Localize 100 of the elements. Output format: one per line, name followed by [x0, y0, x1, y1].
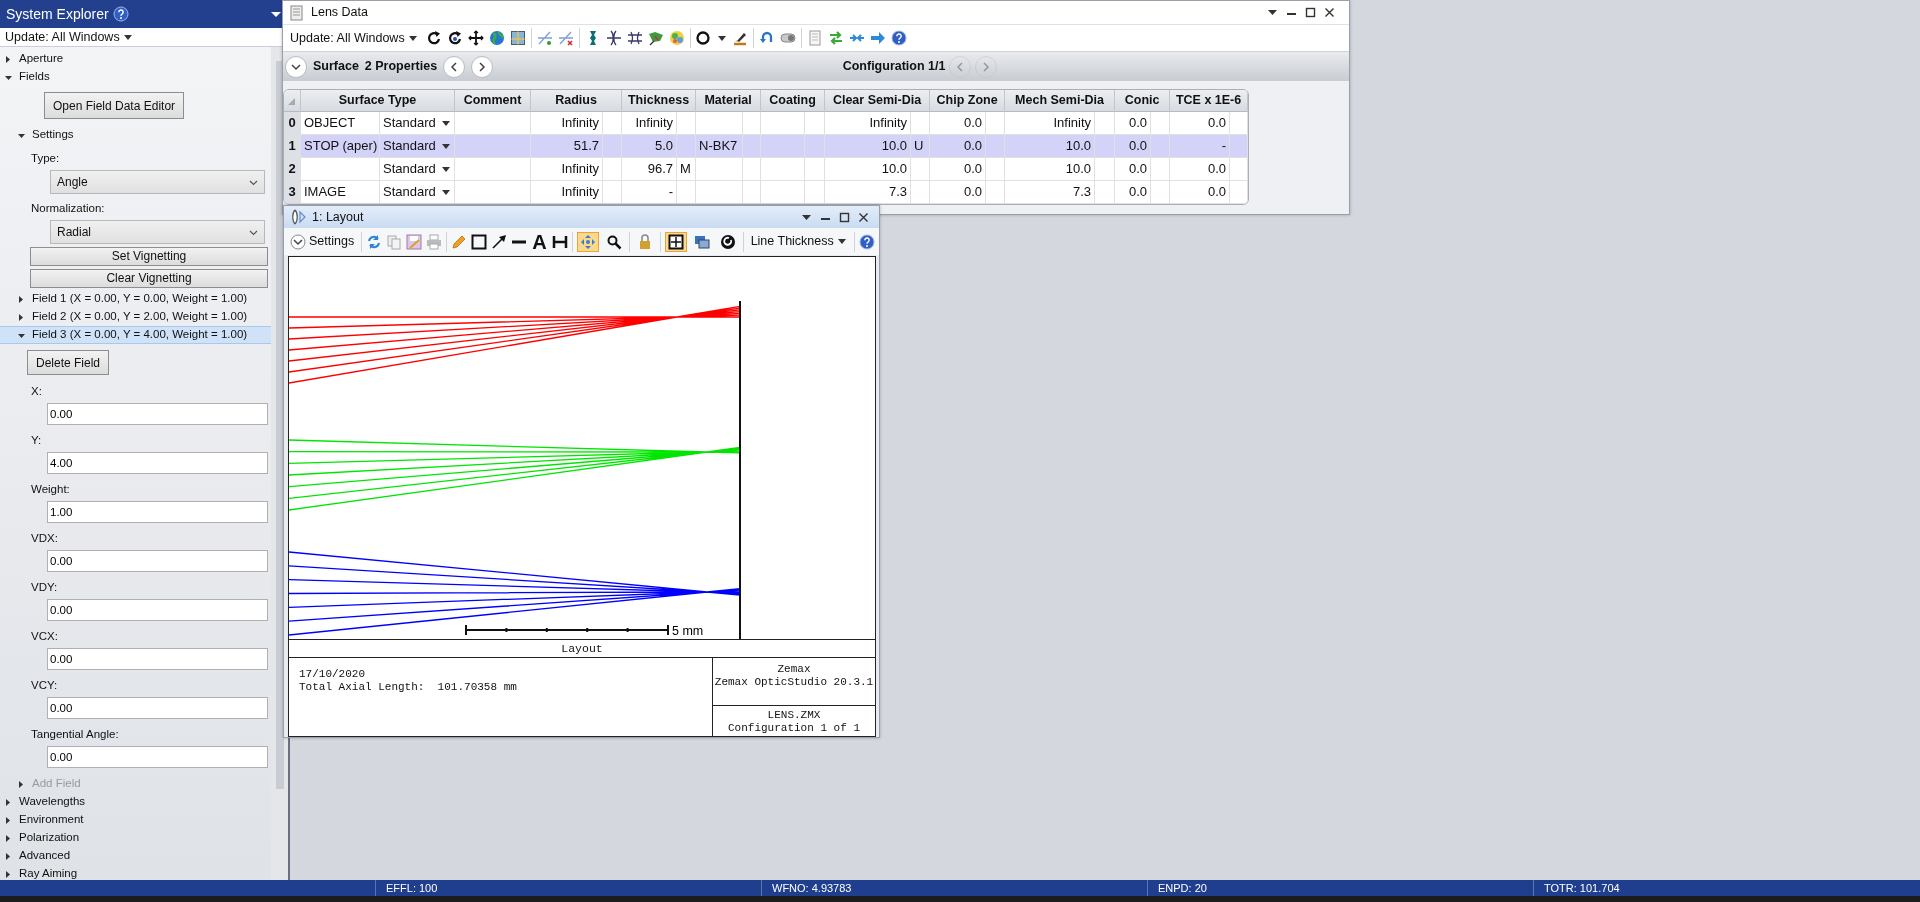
field-label: VDY: [31, 580, 59, 595]
column-header[interactable]: Thickness [622, 90, 697, 112]
table-cell: 0.0 [1208, 161, 1227, 177]
table-cell: Infinity [869, 115, 908, 131]
column-header[interactable]: Chip Zone [930, 90, 1006, 112]
field-label: VCX: [31, 629, 59, 644]
tree-item[interactable]: Environment [0, 811, 271, 829]
table-cell: 51.7 [573, 138, 599, 154]
scale-label: 5 mm [672, 624, 704, 638]
line-thickness-dropdown[interactable]: Line Thickness [747, 230, 850, 253]
column-header[interactable]: Comment [455, 90, 531, 112]
table-cell: Infinity [1053, 115, 1092, 131]
help-icon[interactable] [112, 6, 129, 22]
paint-icon[interactable] [731, 30, 748, 46]
help-icon[interactable] [858, 233, 875, 250]
table-cell: 10.0 [1065, 161, 1092, 177]
table-row[interactable]: 1 STOP (aper) Standard 51.7 5.0 N-BK7 10.0 U 0.0 10.0 0.0 - [284, 135, 1249, 158]
column-header[interactable]: Coating [761, 90, 826, 112]
swap-icon[interactable] [827, 30, 844, 46]
maximize-icon[interactable] [1305, 7, 1316, 18]
rotate-icon[interactable] [425, 30, 442, 46]
rectangle-icon[interactable] [471, 233, 488, 250]
table-cell: 10.0 [1065, 138, 1092, 154]
update-dropdown[interactable]: Update: All Windows [287, 26, 421, 50]
tool-button[interactable] [664, 231, 687, 252]
table-cell: 0.0 [1129, 115, 1148, 131]
rotate-icon[interactable] [446, 30, 463, 46]
dropdown[interactable]: Angle [50, 170, 265, 194]
color-wheel-icon[interactable] [668, 30, 685, 46]
file-name: LENS.ZMX [766, 709, 822, 722]
button[interactable]: Delete Field [27, 350, 110, 375]
column-header[interactable]: Material [696, 90, 762, 112]
close-icon[interactable] [1324, 7, 1335, 18]
line-add-icon[interactable] [536, 30, 553, 46]
button[interactable]: Set Vignetting [30, 247, 268, 266]
tree-item[interactable]: Ray Aiming [0, 865, 271, 880]
table-cell: 7.3 [888, 184, 908, 200]
field-label: VCY: [31, 678, 59, 693]
input-field[interactable]: 1.00 [47, 501, 268, 523]
column-header[interactable]: Surface Type [301, 90, 455, 112]
map-icon[interactable] [509, 30, 526, 46]
input-field[interactable]: 0.00 [47, 746, 268, 768]
tree-item[interactable]: Settings [0, 126, 271, 144]
column-header[interactable]: Conic [1115, 90, 1171, 112]
tree-item[interactable]: Field 3 (X = 0.00, Y = 4.00, Weight = 1.00) [0, 326, 271, 344]
table-cell: 5.0 [654, 138, 673, 154]
type-dropdown[interactable]: Standard [383, 182, 451, 202]
dimension-icon[interactable] [551, 233, 568, 250]
globe-icon[interactable] [488, 30, 505, 46]
solve-marker: U [914, 138, 924, 154]
input-field[interactable]: 0.00 [47, 550, 268, 572]
column-header[interactable]: Radius [531, 90, 622, 112]
settings-button[interactable]: Settings [287, 230, 358, 253]
tree-item[interactable]: Advanced [0, 847, 271, 865]
window-title: 1: Layout [312, 208, 364, 226]
table-cell: 10.0 [881, 161, 908, 177]
panel-menu-icon[interactable] [270, 9, 282, 19]
text-tool[interactable]: A [531, 229, 548, 254]
column-header[interactable]: TCE x 1E-6 [1170, 90, 1249, 112]
tree-item[interactable]: Fields [0, 68, 271, 86]
tree-item[interactable]: Polarization [0, 829, 271, 847]
tree-item[interactable]: Aperture [0, 50, 271, 68]
dropdown[interactable]: Radial [50, 220, 265, 244]
type-dropdown[interactable]: Standard [383, 159, 451, 179]
help-icon[interactable] [890, 30, 907, 46]
next-button[interactable] [471, 55, 494, 78]
expand-button[interactable] [285, 55, 307, 78]
table-row[interactable]: 3 IMAGE Standard Infinity - 7.3 0.0 7.3 0.0 0.0 [284, 181, 1249, 204]
field-label: Normalization: [31, 201, 106, 216]
date-text: 17/10/2020 [299, 668, 366, 681]
column-header[interactable]: Clear Semi-Dia [825, 90, 931, 112]
close-icon[interactable] [858, 211, 869, 223]
tree-item[interactable]: Field 2 (X = 0.00, Y = 2.00, Weight = 1.00) [0, 308, 271, 326]
input-field[interactable]: 0.00 [47, 403, 268, 425]
arrow-icon[interactable] [491, 233, 508, 250]
table-cell: N-BK7 [699, 138, 738, 154]
windows-icon [693, 233, 710, 250]
input-field[interactable]: 4.00 [47, 452, 268, 474]
input-field[interactable]: 0.00 [47, 697, 268, 719]
tree-item[interactable]: Wavelengths [0, 793, 271, 811]
line-remove-icon[interactable] [557, 30, 574, 46]
circle-icon[interactable] [695, 30, 712, 46]
button[interactable]: Open Field Data Editor [44, 92, 185, 119]
input-field[interactable]: 0.00 [47, 599, 268, 621]
button[interactable]: Clear Vignetting [30, 269, 268, 288]
table-row[interactable]: 2 Standard Infinity 96.7 M 10.0 0.0 10.0 0.0 0.0 [284, 158, 1249, 181]
column-header[interactable]: Mech Semi-Dia [1005, 90, 1116, 112]
type-dropdown[interactable]: Standard [383, 113, 451, 133]
company-text: Zemax [776, 663, 812, 676]
table-cell: - [1221, 138, 1227, 154]
right-arrow-icon[interactable] [869, 30, 886, 46]
previous-button[interactable] [443, 55, 466, 78]
caret-icon[interactable] [716, 33, 727, 43]
maximize-icon[interactable] [839, 211, 850, 223]
refresh-icon[interactable] [366, 233, 383, 250]
chevron-icon [249, 228, 258, 236]
input-field[interactable]: 0.00 [47, 648, 268, 670]
tree-item[interactable]: Field 1 (X = 0.00, Y = 0.00, Weight = 1.00) [0, 290, 271, 308]
reset-icon [719, 233, 736, 250]
window-menu-icon[interactable] [1267, 7, 1278, 18]
